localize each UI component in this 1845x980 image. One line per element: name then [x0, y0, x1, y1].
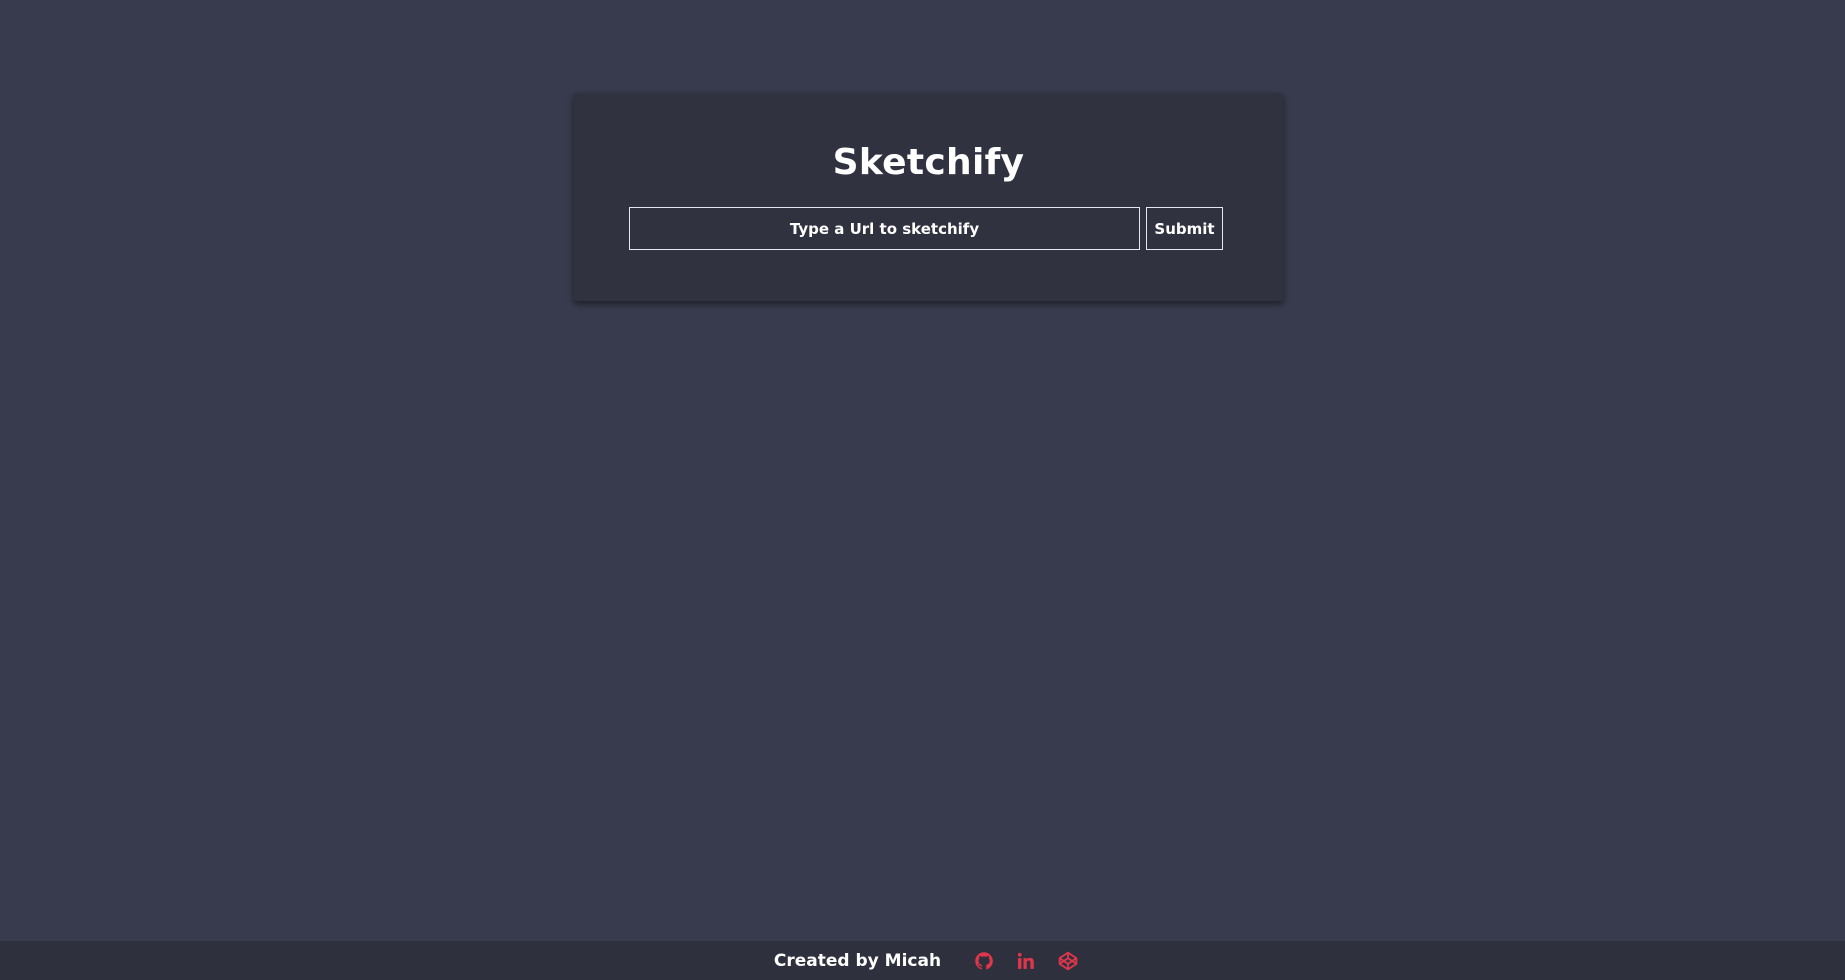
page: Sketchify Submit Created by Micah: [0, 0, 1845, 980]
sketchify-card: Sketchify Submit: [574, 93, 1283, 301]
submit-button[interactable]: Submit: [1146, 207, 1223, 250]
page-title: Sketchify: [832, 142, 1025, 183]
url-form: Submit: [629, 207, 1224, 250]
linkedin-icon: [1017, 952, 1034, 969]
footer-credit: Created by Micah: [773, 950, 942, 971]
github-icon: [975, 951, 993, 969]
linkedin-link[interactable]: [1015, 950, 1037, 972]
url-input[interactable]: [629, 207, 1140, 250]
footer: Created by Micah: [0, 941, 1845, 980]
github-link[interactable]: [973, 950, 995, 972]
codepen-link[interactable]: [1057, 950, 1079, 972]
codepen-icon: [1058, 951, 1078, 970]
